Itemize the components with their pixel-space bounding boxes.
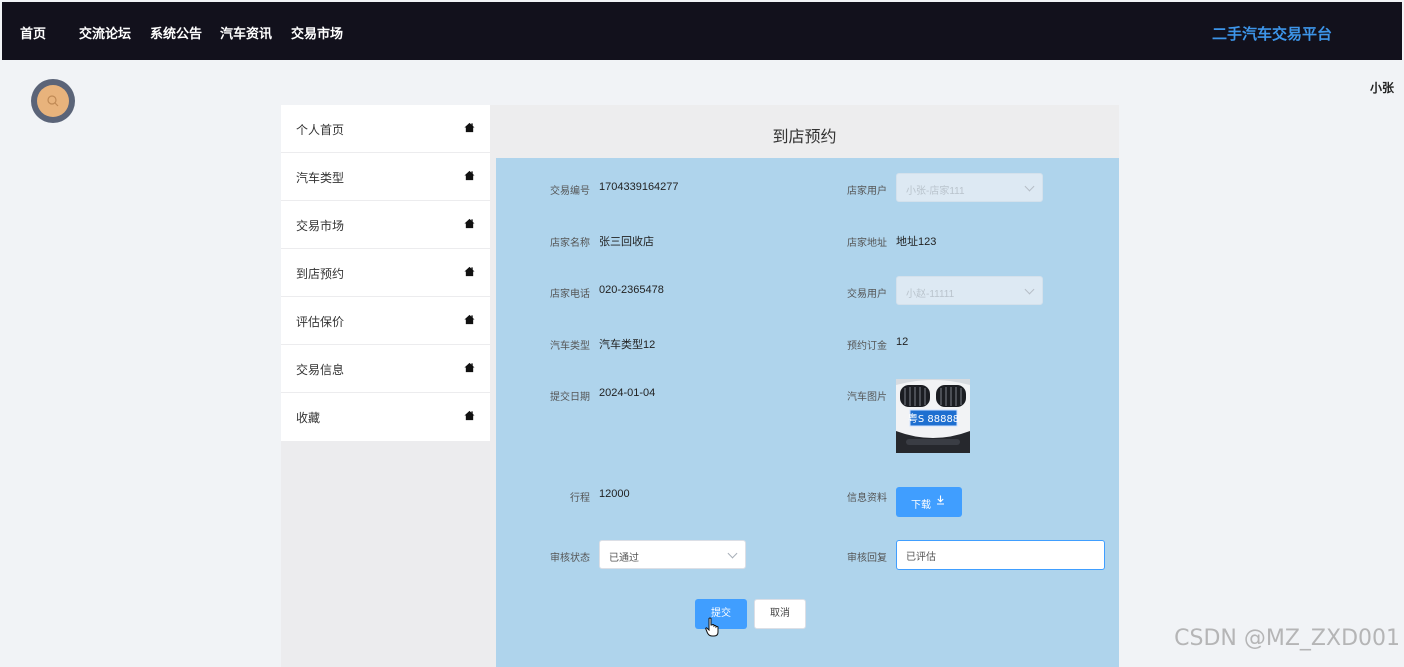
review-reply-input[interactable] xyxy=(896,540,1105,570)
home-icon xyxy=(464,266,475,277)
shop-user-label: 店家用户 xyxy=(847,186,887,197)
car-image[interactable]: 粤S 88888 xyxy=(896,379,970,453)
sidebar-item-label: 交易信息 xyxy=(296,363,345,377)
shop-phone-label: 店家电话 xyxy=(550,289,590,300)
shop-address-label: 店家地址 xyxy=(847,238,887,249)
submit-date-value: 2024-01-04 xyxy=(599,387,656,399)
sidebar-menu: 个人首页 汽车类型 交易市场 到店预约 评估保价 交易信息 收藏 xyxy=(281,105,490,441)
shop-name-label: 店家名称 xyxy=(550,238,590,249)
nav-item-home[interactable]: 首页 xyxy=(20,23,46,42)
nav-item-announcements[interactable]: 系统公告 xyxy=(150,23,202,42)
nav-item-market[interactable]: 交易市场 xyxy=(291,23,343,42)
shop-address-value: 地址123 xyxy=(896,236,937,248)
sidebar-item-label: 交易市场 xyxy=(296,219,345,233)
car-type-label: 汽车类型 xyxy=(550,341,590,352)
mileage-label: 行程 xyxy=(570,493,590,504)
avatar[interactable] xyxy=(31,79,75,123)
nav-item-forum[interactable]: 交流论坛 xyxy=(79,23,131,42)
review-status-select-value: 已通过 xyxy=(609,553,639,564)
shop-user-select-value: 小张-店家111 xyxy=(906,186,965,197)
deposit-value: 12 xyxy=(896,336,909,348)
sidebar-item-trade-info[interactable]: 交易信息 xyxy=(281,345,490,393)
license-plate-text: 粤S 88888 xyxy=(908,412,959,425)
main-content: 到店预约 交易编号 1704339164277 店家用户 小张-店家111 店家… xyxy=(490,105,1119,667)
submit-date-label: 提交日期 xyxy=(550,392,590,403)
nav-item-car-news[interactable]: 汽车资讯 xyxy=(220,23,272,42)
mileage-value: 12000 xyxy=(599,488,630,500)
chevron-down-icon xyxy=(727,548,738,559)
review-status-select[interactable]: 已通过 xyxy=(599,540,746,569)
sidebar-item-label: 汽车类型 xyxy=(296,171,345,185)
car-front-image: 粤S 88888 xyxy=(896,379,970,453)
shop-name-value: 张三回收店 xyxy=(599,236,654,248)
home-icon xyxy=(464,410,475,421)
download-button[interactable]: 下载 xyxy=(896,487,962,517)
home-icon xyxy=(464,218,475,229)
home-icon xyxy=(464,314,475,325)
sidebar-item-personal-home[interactable]: 个人首页 xyxy=(281,105,490,153)
home-icon xyxy=(464,170,475,181)
sidebar-item-label: 个人首页 xyxy=(296,123,345,137)
deposit-label: 预约订金 xyxy=(847,341,887,352)
sidebar-item-market[interactable]: 交易市场 xyxy=(281,201,490,249)
trade-no-label: 交易编号 xyxy=(550,186,590,197)
chevron-down-icon xyxy=(1024,181,1035,192)
search-icon xyxy=(37,85,69,117)
download-button-label: 下载 xyxy=(911,500,931,511)
download-icon xyxy=(936,495,945,508)
car-image-label: 汽车图片 xyxy=(847,392,887,403)
sidebar: 个人首页 汽车类型 交易市场 到店预约 评估保价 交易信息 收藏 xyxy=(281,105,490,667)
sidebar-item-appointment[interactable]: 到店预约 xyxy=(281,249,490,297)
home-icon xyxy=(464,362,475,373)
home-icon xyxy=(464,122,475,133)
trade-user-select-value: 小赵-11111 xyxy=(906,289,955,300)
appointment-form: 交易编号 1704339164277 店家用户 小张-店家111 店家名称 张三… xyxy=(496,158,1119,667)
review-status-label: 审核状态 xyxy=(550,553,590,564)
shop-user-select: 小张-店家111 xyxy=(896,173,1043,202)
car-type-value: 汽车类型12 xyxy=(599,339,656,351)
info-label: 信息资料 xyxy=(847,493,887,504)
current-username[interactable]: 小张 xyxy=(1370,79,1394,96)
shop-phone-value: 020-2365478 xyxy=(599,284,664,296)
review-reply-label: 审核回复 xyxy=(847,553,887,564)
sidebar-item-label: 到店预约 xyxy=(296,267,345,281)
page-title: 到店预约 xyxy=(772,129,837,146)
trade-no-value: 1704339164277 xyxy=(599,181,679,193)
site-title[interactable]: 二手汽车交易平台 xyxy=(1212,23,1332,44)
sidebar-item-favorites[interactable]: 收藏 xyxy=(281,393,490,441)
hand-pointer-cursor-icon xyxy=(705,617,719,637)
top-nav-bar: 首页 交流论坛 系统公告 汽车资讯 交易市场 二手汽车交易平台 xyxy=(2,2,1402,60)
chevron-down-icon xyxy=(1024,284,1035,295)
sidebar-item-label: 收藏 xyxy=(296,411,321,425)
sidebar-item-valuation[interactable]: 评估保价 xyxy=(281,297,490,345)
trade-user-select: 小赵-11111 xyxy=(896,276,1043,305)
sidebar-item-car-types[interactable]: 汽车类型 xyxy=(281,153,490,201)
sidebar-item-label: 评估保价 xyxy=(296,315,345,329)
submit-button[interactable]: 提交 xyxy=(695,599,747,629)
watermark: CSDN @MZ_ZXD001 xyxy=(1174,626,1400,651)
trade-user-label: 交易用户 xyxy=(847,289,887,300)
cancel-button[interactable]: 取消 xyxy=(754,599,806,629)
